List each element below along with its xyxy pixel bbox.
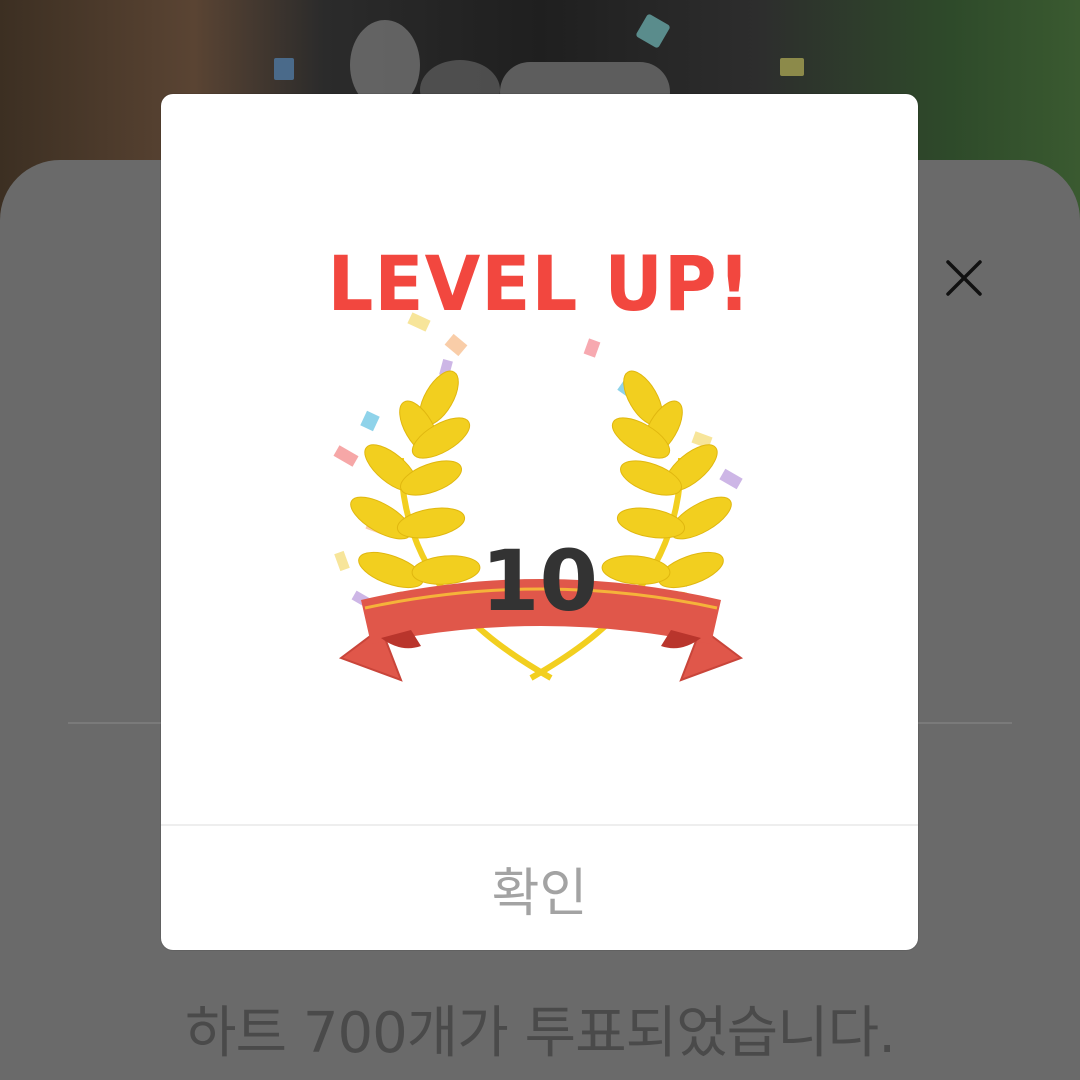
laurel-wreath-icon: [333, 312, 744, 682]
vote-result-message: 하트 700개가 투표되었습니다.: [184, 1001, 896, 1066]
close-icon[interactable]: [942, 256, 986, 300]
level-number: 10: [481, 532, 598, 630]
confirm-button[interactable]: 확인: [161, 826, 918, 950]
level-up-dialog: LEVEL UP! 10 확인: [161, 94, 918, 950]
